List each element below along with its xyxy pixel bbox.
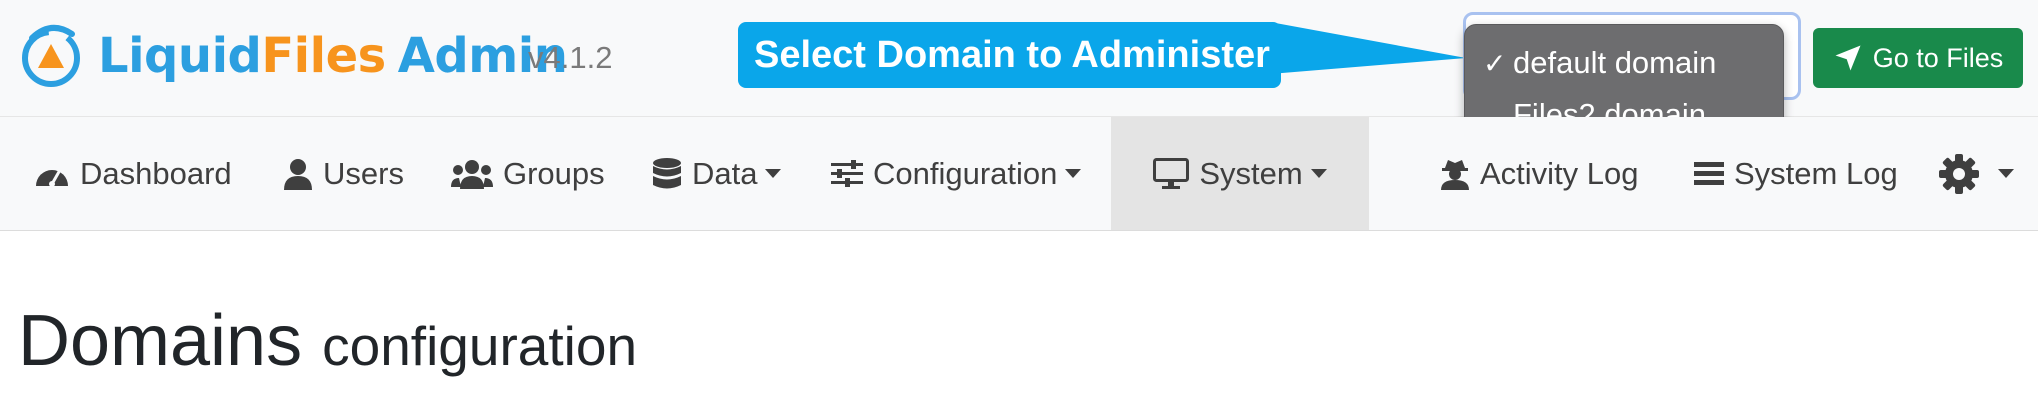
users-icon bbox=[451, 159, 493, 189]
check-icon: ✓ bbox=[1483, 48, 1507, 79]
nav-configuration[interactable]: Configuration bbox=[831, 117, 1082, 230]
select-domain-callout: Select Domain to Administer bbox=[738, 22, 1281, 88]
nav-data[interactable]: Data bbox=[652, 117, 782, 230]
domain-option-default[interactable]: default domain bbox=[1513, 45, 1716, 81]
gear-icon bbox=[1939, 153, 1979, 194]
location-arrow-icon bbox=[1835, 45, 1861, 71]
database-icon bbox=[653, 157, 681, 188]
nav-users[interactable]: Users bbox=[283, 117, 404, 230]
top-header: LiquidFiles Admin v4.1.2 Select Domain to… bbox=[0, 0, 2038, 150]
user-icon bbox=[284, 158, 312, 190]
system-caret-icon bbox=[1310, 169, 1327, 178]
version-label: v4.1.2 bbox=[528, 40, 613, 75]
liquidfiles-logo-icon bbox=[22, 25, 80, 87]
callout-pointer bbox=[1270, 22, 1466, 74]
tachometer-icon bbox=[36, 168, 68, 187]
logo-text: LiquidFiles Admin bbox=[98, 28, 568, 84]
go-to-files-button[interactable]: Go to Files bbox=[1813, 28, 2023, 88]
sliders-icon bbox=[831, 159, 863, 187]
nav-dashboard[interactable]: Dashboard bbox=[34, 117, 232, 230]
bars-icon bbox=[1694, 161, 1724, 185]
page-subtitle: configuration bbox=[322, 315, 638, 377]
user-secret-icon bbox=[1441, 159, 1469, 190]
liquidfiles-logo[interactable]: LiquidFiles Admin bbox=[18, 20, 568, 92]
settings-caret-icon bbox=[1998, 169, 2014, 178]
page-title: Domains configuration bbox=[18, 301, 638, 381]
data-caret-icon bbox=[765, 169, 782, 178]
nav-groups[interactable]: Groups bbox=[451, 117, 605, 230]
nav-system[interactable]: System bbox=[1111, 117, 1369, 230]
nav-settings[interactable] bbox=[1938, 117, 2014, 230]
configuration-caret-icon bbox=[1065, 169, 1082, 178]
nav-system-log[interactable]: System Log bbox=[1694, 117, 1898, 230]
desktop-icon bbox=[1153, 157, 1190, 189]
nav-activity-log[interactable]: Activity Log bbox=[1440, 117, 1639, 230]
main-nav: Dashboard Users Groups Data Configuratio… bbox=[0, 117, 2038, 231]
